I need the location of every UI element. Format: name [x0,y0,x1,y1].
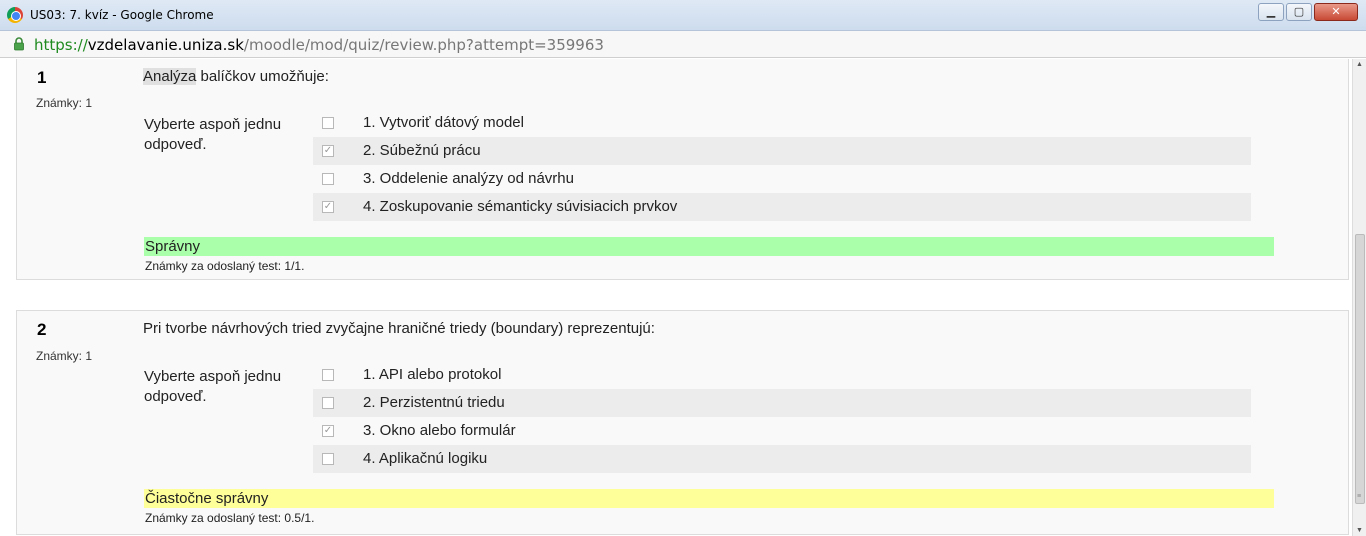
question-text-rest: Pri tvorbe návrhových tried zvyčajne hra… [143,320,655,337]
grade-summary: Známky za odoslaný test: 1/1. [145,259,305,273]
answer-option[interactable]: ✓ 3. Okno alebo formulár [313,417,1251,445]
answer-label: 1. Vytvoriť dátový model [363,114,524,131]
lock-icon [14,37,24,51]
answer-checkbox[interactable] [322,173,334,185]
scroll-grip-icon: ≡ [1357,493,1362,500]
answer-checkbox[interactable] [322,117,334,129]
question-marks: Známky: 1 [36,96,93,110]
answer-option[interactable]: 1. API alebo protokol [313,361,1251,389]
address-bar[interactable]: https://vzdelavanie.uniza.sk/moodle/mod/… [0,31,1366,58]
window-controls: ▁ ▢ ✕ [1258,3,1358,21]
answer-checkbox-checked[interactable]: ✓ [322,425,334,437]
answer-label: 4. Zoskupovanie sémanticky súvisiacich p… [363,198,678,215]
maximize-button[interactable]: ▢ [1286,3,1312,21]
answer-label: 3. Okno alebo formulár [363,422,516,439]
answer-label: 2. Súbežnú prácu [363,142,481,159]
question-2: 2 Známky: 1 Pri tvorbe návrhových tried … [16,310,1349,535]
feedback-partial: Čiastočne správny [144,489,1274,508]
question-text-rest: balíčkov umožňuje: [196,68,329,85]
answer-checkbox-checked[interactable]: ✓ [322,145,334,157]
window-title: US03: 7. kvíz - Google Chrome [30,8,214,22]
answer-option[interactable]: ✓ 2. Súbežnú prácu [313,137,1251,165]
answer-option[interactable]: 2. Perzistentnú triedu [313,389,1251,417]
question-text: Pri tvorbe návrhových tried zvyčajne hra… [143,320,655,337]
answer-list: 1. API alebo protokol 2. Perzistentnú tr… [313,361,1251,473]
answer-checkbox[interactable] [322,453,334,465]
answer-checkbox[interactable] [322,369,334,381]
question-1: 1 Známky: 1 Analýza balíčkov umožňuje: V… [16,59,1349,280]
url-scheme: https:// [34,36,88,54]
question-number: 2 [37,320,47,339]
feedback-correct: Správny [144,237,1274,256]
answer-label: 3. Oddelenie analýzy od návrhu [363,170,574,187]
scroll-up-arrow-icon[interactable]: ▲ [1356,61,1363,68]
window-titlebar: US03: 7. kvíz - Google Chrome ▁ ▢ ✕ [0,0,1366,31]
answer-prompt: Vyberte aspoň jednu odpoveď. [144,368,282,405]
page-content: 1 Známky: 1 Analýza balíčkov umožňuje: V… [0,59,1352,536]
answer-prompt: Vyberte aspoň jednu odpoveď. [144,116,282,153]
scroll-down-arrow-icon[interactable]: ▼ [1356,527,1363,534]
highlighted-word: Analýza [143,68,197,85]
question-number: 1 [37,68,47,87]
answer-option[interactable]: 4. Aplikačnú logiku [313,445,1251,473]
url-host: vzdelavanie.uniza.sk [87,36,244,54]
minimize-button[interactable]: ▁ [1258,3,1284,21]
close-button[interactable]: ✕ [1314,3,1358,21]
answer-label: 1. API alebo protokol [363,366,502,383]
question-marks: Známky: 1 [36,349,93,363]
answer-label: 2. Perzistentnú triedu [363,394,505,411]
scrollbar-thumb[interactable]: ≡ [1355,234,1365,504]
question-text: Analýza balíčkov umožňuje: [143,68,329,85]
answer-option[interactable]: ✓ 4. Zoskupovanie sémanticky súvisiacich… [313,193,1251,221]
answer-checkbox[interactable] [322,397,334,409]
answer-label: 4. Aplikačnú logiku [363,450,488,467]
url-text[interactable]: https://vzdelavanie.uniza.sk/moodle/mod/… [34,36,604,54]
grade-summary: Známky za odoslaný test: 0.5/1. [145,511,315,525]
vertical-scrollbar[interactable]: ▲ ≡ ▼ [1352,59,1366,536]
answer-option[interactable]: 3. Oddelenie analýzy od návrhu [313,165,1251,193]
chrome-logo-icon [7,7,23,23]
answer-checkbox-checked[interactable]: ✓ [322,201,334,213]
url-path: /moodle/mod/quiz/review.php?attempt=3599… [243,36,604,54]
answer-option[interactable]: 1. Vytvoriť dátový model [313,109,1251,137]
answer-list: 1. Vytvoriť dátový model ✓ 2. Súbežnú pr… [313,109,1251,221]
